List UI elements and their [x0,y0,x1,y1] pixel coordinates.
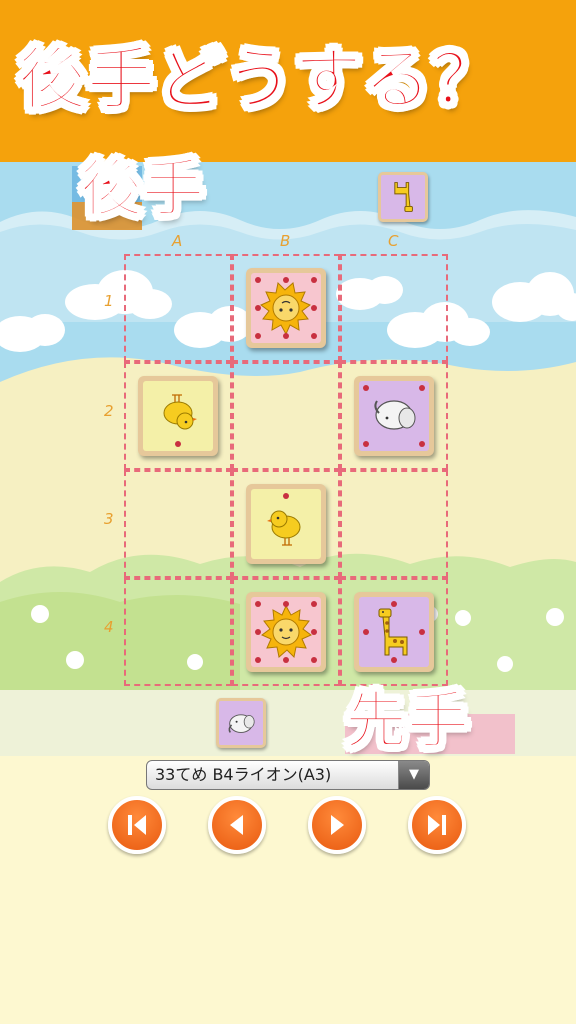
gote-player-label: 後手 [79,151,205,226]
sente-player-label: 先手 [344,683,470,758]
column-label-a: A [172,232,183,250]
chick-icon [163,394,197,447]
cell-c1[interactable] [340,254,448,362]
row-label-2: 2 [104,402,114,420]
first-move-button[interactable] [108,796,166,854]
cell-a1[interactable] [124,254,232,362]
column-label-c: C [388,232,399,250]
elephant-icon [363,385,425,447]
move-select-value: 33てめ B4ライオン(A3) [155,765,332,784]
chick-icon [267,493,301,546]
row-label-3: 3 [104,510,114,528]
piece-c2-gote-elephant[interactable] [354,376,434,456]
cell-a4[interactable] [124,578,232,686]
row-label-1: 1 [104,292,114,310]
sente-hand-elephant[interactable] [216,698,266,748]
skip-back-icon [128,815,146,835]
play-back-icon [230,815,243,835]
controls-area [0,756,576,1024]
gote-hand-giraffe[interactable] [378,172,428,222]
row-label-4: 4 [104,618,114,636]
skip-forward-icon [428,815,446,835]
next-move-button[interactable] [308,796,366,854]
piece-a2-gote-chick[interactable] [138,376,218,456]
cell-b2[interactable] [232,362,340,470]
last-move-button[interactable] [408,796,466,854]
play-icon [331,815,344,835]
piece-c4-sente-giraffe[interactable] [354,592,434,672]
giraffe-icon [394,182,413,212]
banner-title: 後手どうする？ [17,40,502,121]
cell-a3[interactable] [124,470,232,578]
prev-move-button[interactable] [208,796,266,854]
lion-icon [255,277,317,339]
elephant-icon [228,714,255,733]
column-label-b: B [280,232,291,250]
piece-b1-gote-lion[interactable] [246,268,326,348]
dropdown-arrow-icon[interactable]: ▼ [398,761,429,789]
cell-c3[interactable] [340,470,448,578]
lion-icon [255,601,317,663]
piece-b4-sente-lion[interactable] [246,592,326,672]
move-select-dropdown[interactable]: 33てめ B4ライオン(A3) ▼ [146,760,430,790]
piece-b3-sente-chick[interactable] [246,484,326,564]
giraffe-icon [363,601,425,663]
